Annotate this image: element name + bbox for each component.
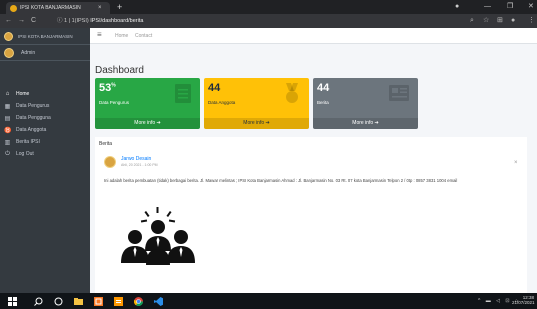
author-avatar [104,156,116,168]
sidebar-item-label: Berita IPSI [16,139,40,145]
user-avatar [4,48,14,58]
stat-card-pengurus: 53% Data Pengurus More info ➔ [95,78,200,129]
trophy-icon: ♉ [4,127,12,134]
sidebar-item-data-pengurus[interactable]: ▦ Data Pengurus [0,100,90,112]
search-icon[interactable] [34,297,43,306]
vscode-icon[interactable] [154,297,163,306]
brand-name: IPSI KOTA BANJARMASIN [18,33,73,39]
clock-date: 21/07/2021 [512,300,535,305]
newspaper-icon [389,85,409,101]
tab-close-icon[interactable]: × [98,5,102,11]
stat-value: 44 [208,82,221,94]
nav-link-home[interactable]: Home [115,33,128,39]
favicon-icon [10,4,17,12]
minimize-icon[interactable]: — [484,2,491,12]
page-title: Dashboard [95,65,144,76]
xampp-icon[interactable] [94,297,103,306]
reload-icon[interactable]: C [31,16,36,26]
stat-label: Berita [317,100,329,105]
table-icon: ▦ [4,103,11,110]
hamburger-menu-icon[interactable]: ≡ [97,30,102,39]
user-name: Admin [21,50,36,56]
sidebar-brand[interactable]: IPSI KOTA BANJARMASIN [0,28,90,45]
tab-title: IPSI KOTA BANJARMASIN [20,5,81,11]
sidebar-user[interactable]: Admin [0,46,90,61]
stat-label: Data Anggota [208,100,236,105]
stat-card-anggota: 44 Data Anggota More info ➔ [204,78,309,129]
document-icon: ▤ [4,115,11,122]
close-window-icon[interactable]: ✕ [528,2,534,12]
more-info-link[interactable]: More info ➔ [204,118,309,129]
new-tab-button[interactable]: + [117,1,122,13]
stat-label: Data Pengurus [99,100,130,105]
menu-dots-icon[interactable]: ⋮ [528,16,535,26]
task-view-icon[interactable] [54,297,63,306]
star-icon[interactable]: ☆ [483,16,489,26]
nav-link-contact[interactable]: Contact [135,33,152,39]
post-date: Ahli, 20 2021 - 1:00 PM [121,163,158,167]
account-icon[interactable]: ● [511,16,515,26]
url-path: IPSI/dashboard/berita [90,18,144,24]
post-close-icon[interactable]: × [514,160,518,166]
chrome-icon[interactable] [134,297,143,306]
top-navbar: ≡ Home Contact [90,28,537,44]
medal-icon [286,83,298,103]
file-explorer-icon[interactable] [74,297,83,306]
home-icon: ⌂ [5,91,10,97]
berita-header-title: Berita [99,141,113,147]
sidebar-item-logout[interactable]: ⏻ Log Out [0,148,90,160]
url-prefix: ⓘ 1 | 1(IPSI) [57,18,91,24]
sidebar-item-label: Data Pengurus [16,103,50,109]
team-people-image [121,207,195,265]
clipboard-icon [175,84,191,103]
taskbar-clock[interactable]: 12:38 21/07/2021 [512,295,535,305]
brand-logo-icon [4,31,13,41]
sidebar-item-label: Log Out [16,151,34,157]
sidebar-item-home[interactable]: ⌂ Home [0,88,90,100]
sidebar [0,28,90,293]
post-author[interactable]: Jarwo Desain [121,156,151,162]
sublime-icon[interactable] [114,297,123,306]
logout-icon: ⏻ [5,150,10,157]
back-icon[interactable]: ← [5,16,12,26]
newspaper-icon: ▥ [4,139,11,146]
sidebar-item-label: Data Anggota [16,127,47,133]
berita-card-header: Berita [95,137,527,152]
forward-icon[interactable]: → [18,16,25,26]
extension-icon[interactable]: ⊞ [497,16,503,26]
sidebar-item-data-anggota[interactable]: ♉ Data Anggota [0,124,90,136]
url-field[interactable]: ⓘ 1 | 1(IPSI) IPSI/dashboard/berita [57,16,457,26]
stat-value: 44 [317,82,330,94]
post-text: Ini adalah berita pembuatan (tidak) berb… [104,178,458,183]
more-info-link[interactable]: More info ➔ [313,118,418,129]
sidebar-item-data-pengguna[interactable]: ▤ Data Pengguna [0,112,90,124]
maximize-icon[interactable]: ❐ [507,2,513,12]
search-icon[interactable]: ⌕ [470,16,474,26]
stat-value: 53% [99,82,116,94]
sidebar-item-berita[interactable]: ▥ Berita IPSI [0,136,90,148]
more-info-link[interactable]: More info ➔ [95,118,200,129]
windows-start-icon[interactable] [8,297,17,306]
sidebar-item-label: Home [16,91,30,97]
sidebar-item-label: Data Pengguna [16,115,51,121]
browser-tab[interactable]: IPSI KOTA BANJARMASIN × [6,2,110,14]
stat-card-berita: 44 Berita More info ➔ [313,78,418,129]
profile-icon[interactable]: ● [455,2,459,12]
